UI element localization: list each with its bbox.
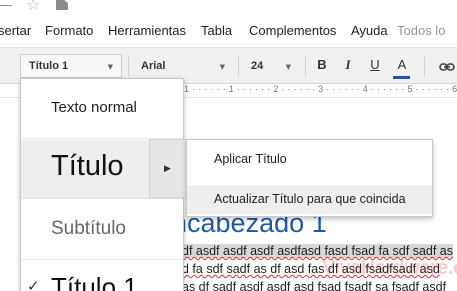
menu-formato[interactable]: Formato xyxy=(45,23,93,38)
apply-title-menu-item[interactable]: Aplicar Título xyxy=(187,145,432,174)
folder-icon[interactable] xyxy=(56,0,68,10)
text-color-button[interactable]: A xyxy=(393,57,411,76)
toolbar-divider xyxy=(238,57,239,76)
title-submenu-arrow-button[interactable]: ▶ xyxy=(149,139,187,198)
chevron-down-icon: ▼ xyxy=(219,63,225,71)
bold-button[interactable]: B xyxy=(313,57,331,76)
underline-button[interactable]: U xyxy=(366,57,384,76)
style-item-label: Texto normal xyxy=(51,99,137,116)
link-icon[interactable] xyxy=(439,63,455,71)
menu-herramientas[interactable]: Herramientas xyxy=(108,23,186,38)
style-item-label: Subtítulo xyxy=(51,218,126,239)
style-select[interactable]: Título 1 ▼ xyxy=(20,54,122,78)
style-item-heading-1[interactable]: ✓ Título 1 xyxy=(21,261,183,291)
title-options-submenu: Aplicar Título Actualizar Título para qu… xyxy=(186,139,433,217)
chevron-down-icon: ▼ xyxy=(107,63,113,71)
chevron-right-icon: ▶ xyxy=(164,164,171,174)
checkmark-icon: ✓ xyxy=(27,277,40,291)
style-item-label: Título xyxy=(51,150,124,182)
style-item-subtitle[interactable]: Subtítulo xyxy=(21,200,183,260)
body-text-line[interactable]: as df sadf asdf asdf asd fsad fsadf sa f… xyxy=(182,280,446,291)
menu-ayuda[interactable]: Ayuda xyxy=(351,23,388,38)
doc-title-sliver[interactable] xyxy=(0,0,12,6)
style-item-normal-text[interactable]: Texto normal xyxy=(21,79,183,139)
text-color-swatch xyxy=(393,76,410,79)
title-bar: ☆ xyxy=(0,0,457,18)
toolbar-divider xyxy=(128,57,129,76)
style-select-label: Título 1 xyxy=(29,60,69,72)
menu-complementos[interactable]: Complementos xyxy=(249,23,336,38)
menu-bar: sertar Formato Herramientas Tabla Comple… xyxy=(0,22,457,42)
menu-insertar[interactable]: sertar xyxy=(0,23,31,38)
last-edit-link[interactable]: Todos lo xyxy=(397,23,445,38)
update-title-menu-item[interactable]: Actualizar Título para que coincida xyxy=(187,185,432,214)
ruler-marks: 1 · · · · · · 1 · · · · · · 2 · · · · · … xyxy=(184,84,457,94)
star-icon[interactable]: ☆ xyxy=(26,0,40,14)
chevron-down-icon: ▼ xyxy=(285,63,291,71)
body-text-highlighted: df asdf asdf asdf asdfasd fasd fsad fa s… xyxy=(182,244,453,258)
menu-tabla[interactable]: Tabla xyxy=(201,23,232,38)
font-select-label: Arial xyxy=(141,60,166,72)
italic-button[interactable]: I xyxy=(339,57,357,76)
style-item-label: Título 1 xyxy=(51,272,138,291)
toolbar-divider xyxy=(424,57,425,76)
body-text-line[interactable]: df asdf asdf asdf asdfasd fasd fsad fa s… xyxy=(182,244,453,258)
font-select[interactable]: Arial ▼ xyxy=(132,54,234,78)
watermark: VivaHardware.org xyxy=(322,257,457,279)
menu-item-label: Aplicar Título xyxy=(214,152,287,166)
font-size-label: 24 xyxy=(251,60,264,72)
toolbar-divider xyxy=(305,57,306,76)
menu-item-label: Actualizar Título para que coincida xyxy=(214,192,406,206)
font-size-select[interactable]: 24 ▼ xyxy=(242,54,300,78)
